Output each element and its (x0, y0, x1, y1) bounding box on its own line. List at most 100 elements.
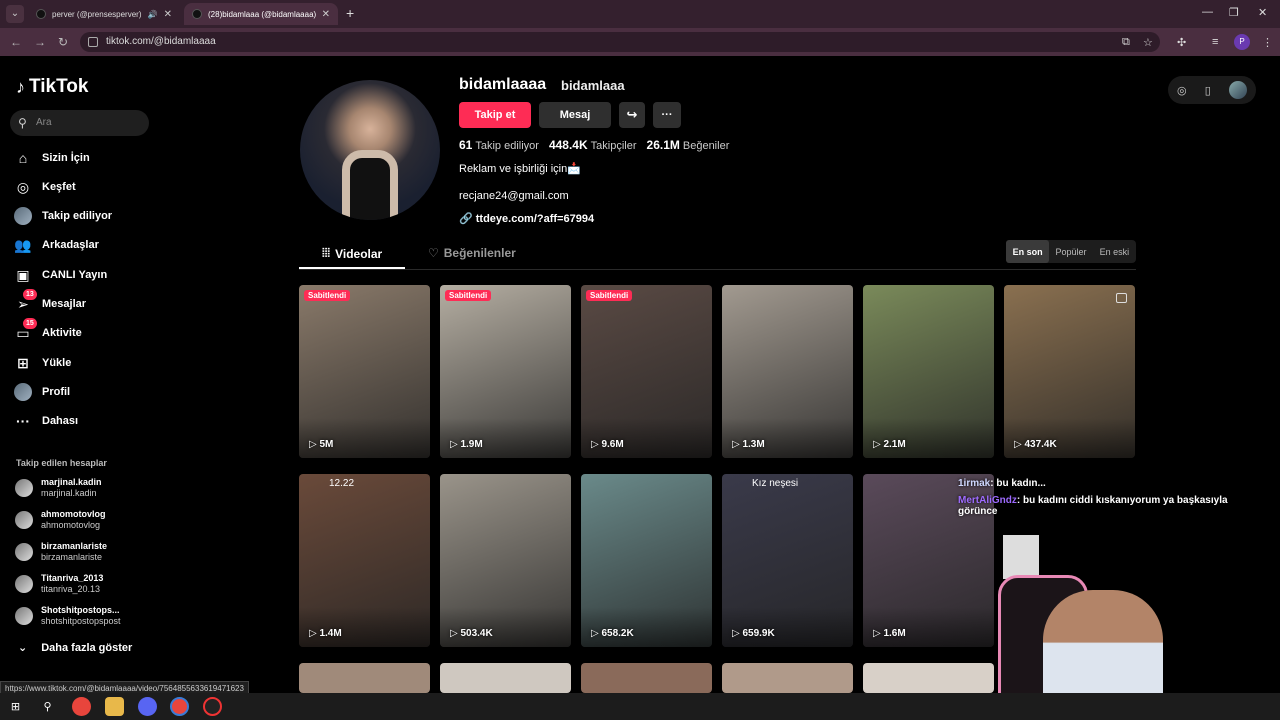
file-explorer-icon[interactable] (105, 697, 124, 716)
video-thumbnail[interactable] (299, 663, 430, 693)
chrome-active-icon[interactable] (170, 697, 189, 716)
sidebar-item-following[interactable]: Takip ediliyor (14, 207, 112, 225)
tab-liked[interactable]: ♡ Beğenilenler (428, 246, 516, 260)
upload-icon: ⊞ (17, 355, 29, 371)
video-thumbnail[interactable] (722, 663, 853, 693)
sidebar-item-friends[interactable]: 👥 Arkadaşlar (14, 236, 99, 254)
message-icon: ➢ 13 (14, 289, 37, 313)
followed-account[interactable]: ahmomotovlog ahmomotovlog (15, 509, 106, 531)
extensions-icon[interactable]: ✣ (1177, 36, 1186, 49)
close-tab-icon[interactable]: ✕ (322, 9, 330, 20)
media-control-icon[interactable]: ≡ (1212, 36, 1218, 48)
tiktok-favicon-icon (36, 9, 46, 19)
profile-avatar[interactable] (300, 80, 440, 220)
tab-title: perver (@prensesperver) | T (52, 9, 142, 19)
video-thumbnail[interactable]: Sabitlendi ▷ 5M (299, 285, 430, 458)
device-icon[interactable]: ▯ (1205, 84, 1211, 97)
show-more-button[interactable]: ⌄ Daha fazla göster (18, 641, 133, 655)
browser-tab-perver[interactable]: perver (@prensesperver) | T 🔊 ✕ (28, 3, 180, 25)
speaker-icon[interactable]: 🔊 (148, 10, 158, 19)
video-thumbnail[interactable]: ▷ 437.4K (1004, 285, 1135, 458)
followed-account[interactable]: birzamanlariste birzamanlariste (15, 541, 107, 563)
video-thumbnail[interactable]: 12.22 ▷ 1.4M (299, 474, 430, 647)
install-app-icon[interactable]: ⧉ (1122, 36, 1130, 49)
video-thumbnail[interactable]: Sabitlendi ▷ 1.9M (440, 285, 571, 458)
video-thumbnail[interactable]: Sabitlendi ▷ 9.6M (581, 285, 712, 458)
tab-videos[interactable]: ⦙⦙⦙ Videolar (322, 246, 382, 261)
following-stat[interactable]: 61 Takip ediliyor (459, 138, 539, 152)
sidebar-item-for-you[interactable]: ⌂ Sizin İçin (14, 149, 90, 167)
sidebar-item-label: Sizin İçin (42, 152, 90, 164)
back-icon[interactable]: ← (10, 35, 22, 49)
windows-start-icon[interactable]: ⊞ (6, 697, 25, 716)
search-icon[interactable]: ⚲ (38, 697, 57, 716)
sort-oldest[interactable]: En eski (1093, 240, 1136, 263)
play-icon: ▷ (873, 628, 884, 639)
live-icon: ▣ (16, 267, 30, 283)
sidebar-item-label: CANLI Yayın (42, 269, 108, 281)
close-window-icon[interactable]: ✕ (1258, 6, 1267, 19)
sidebar-item-profile[interactable]: Profil (14, 383, 70, 401)
play-icon: ▷ (309, 628, 320, 639)
followed-account[interactable]: marjinal.kadin marjinal.kadin (15, 477, 102, 499)
video-thumbnail[interactable]: ▷ 2.1M (863, 285, 994, 458)
sidebar-item-explore[interactable]: ◎ Keşfet (14, 178, 76, 196)
tiktok-favicon-icon (192, 9, 202, 19)
message-button[interactable]: Mesaj (539, 102, 611, 128)
followed-account[interactable]: Titanriva_2013 titanriva_20.13 (15, 573, 103, 595)
sidebar-item-label: Arkadaşlar (42, 239, 99, 251)
tiktok-logo[interactable]: ♪ TikTok (16, 76, 88, 98)
streamer-webcam (943, 530, 1280, 720)
discord-icon[interactable] (138, 697, 157, 716)
video-thumbnail[interactable] (581, 663, 712, 693)
video-thumbnail[interactable]: ▷ 658.2K (581, 474, 712, 647)
view-count: ▷ 2.1M (873, 439, 906, 450)
sidebar-item-live[interactable]: ▣ CANLI Yayın (14, 266, 107, 284)
obs-icon[interactable] (203, 697, 222, 716)
reload-icon[interactable]: ↻ (58, 35, 68, 49)
sidebar-item-upload[interactable]: ⊞ Yükle (14, 354, 71, 372)
url-input[interactable]: tiktok.com/@bidamlaaaa (80, 32, 1160, 52)
coin-icon[interactable]: ◎ (1177, 84, 1187, 97)
browser-tab-bidamlaaa[interactable]: (28)bidamlaaa (@bidamlaaaa) ✕ (184, 3, 338, 25)
share-button[interactable]: ↪ (619, 102, 645, 128)
profile-link[interactable]: 🔗 ttdeye.com/?aff=67994 (459, 212, 594, 225)
more-options-button[interactable]: ··· (653, 102, 681, 128)
tab-search-button[interactable]: ⌄ (6, 5, 24, 23)
search-input[interactable]: ⚲ Ara (10, 110, 149, 136)
play-icon: ▷ (732, 628, 743, 639)
view-count: ▷ 1.3M (732, 439, 765, 450)
sidebar-item-more[interactable]: ··· Dahası (14, 412, 78, 430)
browser-menu-icon[interactable]: ⋮ (1262, 36, 1273, 49)
followers-stat[interactable]: 448.4K Takipçiler (549, 138, 637, 152)
video-thumbnail[interactable]: ▷ 1.3M (722, 285, 853, 458)
restore-icon[interactable]: ❐ (1229, 6, 1239, 19)
sidebar-item-messages[interactable]: ➢ 13 Mesajlar (14, 289, 86, 313)
followed-account[interactable]: Shotshitpostops... shotshitpostopspost (15, 605, 121, 627)
share-icon: ↪ (626, 107, 638, 122)
site-info-icon[interactable] (88, 37, 98, 47)
profile-email: recjane24@gmail.com (459, 190, 569, 202)
sort-popular[interactable]: Popüler (1049, 240, 1092, 263)
user-avatar[interactable] (1228, 81, 1247, 99)
follow-button[interactable]: Takip et (459, 102, 531, 128)
video-thumbnail[interactable]: Kız neşesi ▷ 659.9K (722, 474, 853, 647)
video-thumbnail[interactable]: ▷ 503.4K (440, 474, 571, 647)
avatar (15, 543, 33, 561)
sort-latest[interactable]: En son (1006, 240, 1050, 263)
likes-stat: 26.1M Beğeniler (646, 138, 730, 152)
heart-icon: ♡ (428, 246, 439, 260)
browser-profile-avatar[interactable]: P (1234, 34, 1250, 50)
new-tab-button[interactable]: + (346, 5, 354, 21)
forward-icon[interactable]: → (34, 35, 46, 49)
chrome-icon[interactable] (72, 697, 91, 716)
tab-title: (28)bidamlaaa (@bidamlaaaa) (208, 9, 316, 19)
account-username: ahmomotovlog (41, 520, 101, 530)
close-tab-icon[interactable]: ✕ (164, 9, 172, 20)
minimize-icon[interactable]: — (1202, 6, 1213, 18)
video-thumbnail[interactable] (440, 663, 571, 693)
account-username: birzamanlariste (41, 552, 103, 562)
sidebar-item-activity[interactable]: ▭ 15 Aktivite (14, 318, 82, 342)
bookmark-star-icon[interactable]: ☆ (1143, 36, 1153, 49)
show-more-label: Daha fazla göster (41, 641, 133, 654)
